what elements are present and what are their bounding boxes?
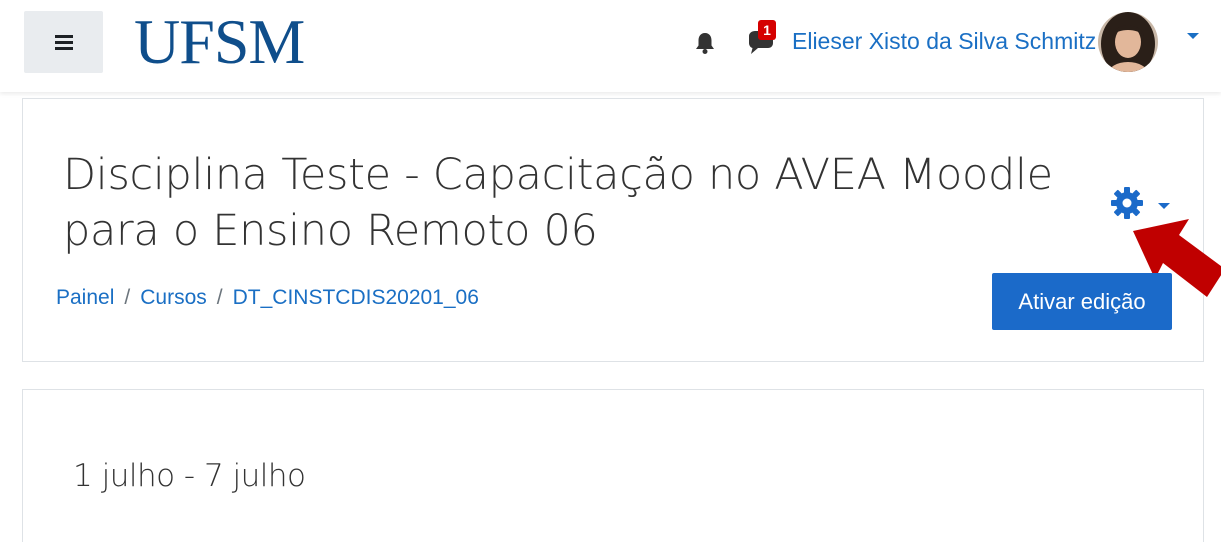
site-logo[interactable]: UFSM [134,6,305,78]
bell-icon[interactable] [692,30,718,56]
user-name-link[interactable]: Elieser Xisto da Silva Schmitz [792,26,1096,56]
breadcrumb-separator: / [124,286,131,309]
breadcrumb-cursos[interactable]: Cursos [140,286,207,309]
gear-icon[interactable] [1109,185,1145,221]
user-avatar[interactable] [1098,12,1158,72]
section-title[interactable]: 1 julho - 7 julho [73,458,306,494]
course-header: Disciplina Teste - Capacitação no AVEA M… [22,98,1221,362]
top-navbar: UFSM 1 Elieser Xisto da Silva Schmitz [0,0,1221,92]
message-count-badge: 1 [758,20,776,40]
breadcrumb-separator: / [216,286,223,309]
breadcrumb-course-code[interactable]: DT_CINSTCDIS20201_06 [233,286,479,309]
breadcrumb-painel[interactable]: Painel [56,286,114,309]
settings-caret-icon[interactable] [1157,201,1171,211]
enable-editing-button[interactable]: Ativar edição [992,273,1172,330]
hamburger-icon [54,35,73,50]
user-menu-caret-icon[interactable] [1186,31,1200,41]
course-section: 1 julho - 7 julho [22,389,1204,542]
breadcrumb: Painel / Cursos / DT_CINSTCDIS20201_06 [56,285,479,311]
page-title: Disciplina Teste - Capacitação no AVEA M… [63,150,1053,256]
menu-toggle-button[interactable] [24,11,103,73]
